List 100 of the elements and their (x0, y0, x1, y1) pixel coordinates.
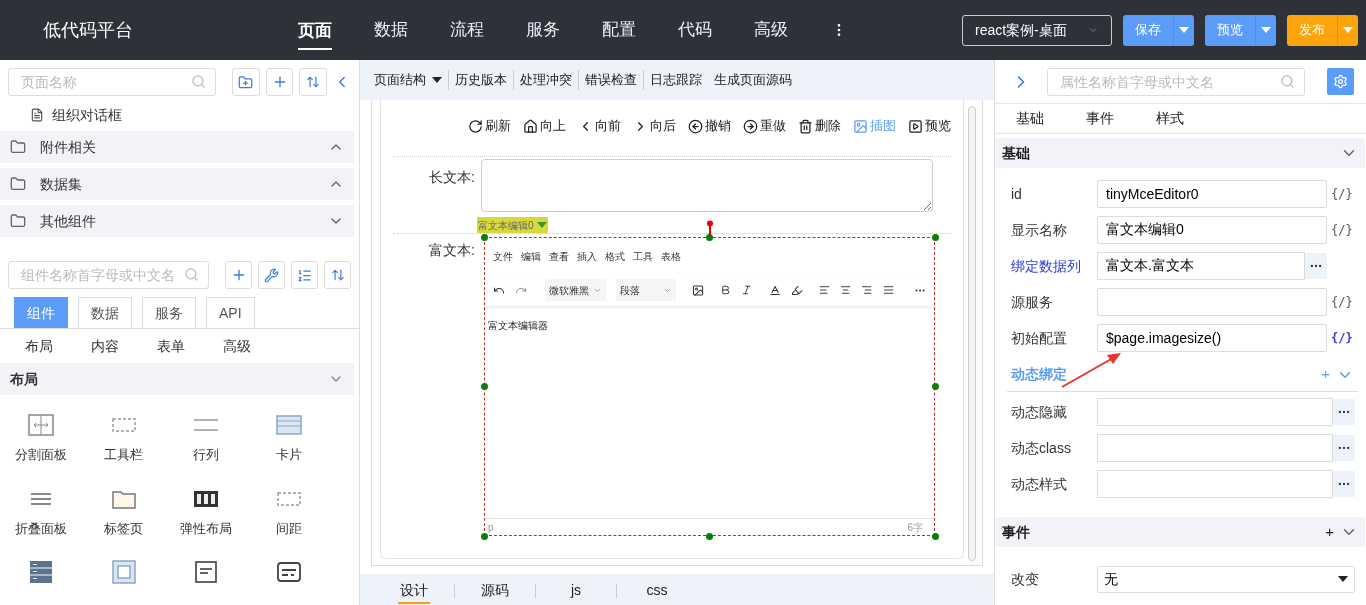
canvas-action[interactable]: 向后 (633, 116, 676, 136)
resize-handle[interactable] (931, 233, 939, 241)
tree-item[interactable]: 组织对话框 (52, 104, 122, 126)
code-toggle[interactable]: {/} (1331, 329, 1353, 347)
highlighter-icon[interactable] (790, 283, 803, 297)
nav-tab[interactable]: 数据 (353, 0, 429, 60)
canvas-action[interactable]: 向前 (578, 116, 621, 136)
editor-menu-item[interactable]: 查看 (549, 248, 569, 264)
editor-menu-item[interactable]: 工具 (633, 248, 653, 264)
toolbar-item[interactable]: 处理冲突 (514, 70, 579, 90)
category-tab[interactable]: 高级 (223, 335, 251, 357)
align-justify-icon[interactable] (882, 284, 894, 296)
nav-tab[interactable]: 服务 (505, 0, 581, 60)
code-toggle[interactable]: {/} (1331, 293, 1353, 311)
editor-content[interactable]: 富文本编辑器 (485, 306, 934, 519)
dropdown-button[interactable] (1256, 14, 1276, 46)
add-button[interactable]: + (1325, 520, 1334, 544)
new-folder-button[interactable] (231, 68, 260, 96)
property-field[interactable] (1097, 398, 1333, 426)
view-tab[interactable]: css (617, 574, 697, 605)
add-button[interactable] (265, 68, 294, 96)
code-toggle[interactable]: {/} (1331, 185, 1353, 203)
property-field[interactable]: 富文本编辑0 (1097, 216, 1327, 244)
sort-button[interactable] (324, 261, 351, 289)
tree-group[interactable]: 附件相关 (0, 131, 354, 163)
settings-button[interactable] (1327, 68, 1354, 95)
italic-icon[interactable] (741, 284, 753, 296)
text-color-icon[interactable] (768, 283, 781, 297)
property-tab[interactable]: 事件 (1086, 108, 1114, 129)
image-icon[interactable] (692, 283, 705, 297)
dropdown-button[interactable] (1174, 14, 1194, 46)
nav-tab[interactable]: 流程 (429, 0, 505, 60)
tree-group[interactable]: 其他组件 (0, 205, 354, 237)
code-toggle[interactable]: {/} (1331, 221, 1353, 239)
component-label[interactable]: 折叠面板 (15, 518, 68, 538)
nav-tab[interactable]: 代码 (657, 0, 733, 60)
property-tab[interactable]: 基础 (1016, 108, 1044, 129)
component-label[interactable]: 间距 (275, 518, 302, 538)
property-field[interactable] (1097, 434, 1333, 462)
align-right-icon[interactable] (861, 284, 873, 296)
resize-handle[interactable] (480, 383, 488, 390)
toolbar-item[interactable]: 页面结构 (368, 70, 449, 90)
font-select[interactable]: 微软雅黑 (545, 279, 606, 301)
canvas-action[interactable]: 向上 (523, 116, 566, 136)
component-label[interactable]: 分割面板 (15, 445, 68, 465)
block-select[interactable]: 段落 (615, 279, 677, 301)
panel-tab[interactable]: API (206, 297, 255, 328)
property-field[interactable] (1097, 288, 1327, 316)
property-search-field[interactable]: 属性名称首字母或中文名 (1047, 67, 1305, 96)
toolbar-item[interactable]: 错误检查 (579, 70, 644, 90)
section-header[interactable]: 布局 (0, 363, 354, 395)
category-tab[interactable]: 表单 (157, 335, 185, 357)
align-left-icon[interactable] (818, 284, 831, 296)
category-tab[interactable]: 布局 (25, 335, 53, 357)
component-label[interactable]: 标签页 (104, 518, 144, 538)
toolbar-item[interactable]: 历史版本 (449, 70, 514, 90)
more-button[interactable] (1333, 471, 1355, 497)
property-tab[interactable]: 样式 (1156, 108, 1184, 129)
section-header[interactable]: 事件 + (995, 517, 1365, 547)
view-tab[interactable]: js (536, 574, 616, 605)
page-search-field[interactable]: 页面名称 (8, 68, 216, 96)
canvas-action[interactable]: 预览 (908, 116, 951, 136)
component-label[interactable]: 卡片 (275, 445, 302, 465)
dropdown-button[interactable] (1338, 14, 1358, 46)
section-header[interactable]: 基础 (995, 138, 1365, 168)
nav-tab[interactable]: 页面 (277, 0, 353, 60)
panel-tab[interactable]: 数据 (78, 297, 132, 328)
canvas-action[interactable]: 刷新 (468, 116, 511, 136)
more-button[interactable] (1333, 399, 1355, 425)
resize-handle[interactable] (931, 532, 939, 540)
event-select[interactable]: 无 (1097, 565, 1355, 593)
component-label[interactable]: 弹性布局 (180, 518, 233, 538)
canvas-action[interactable]: 重做 (743, 116, 786, 136)
long-text-field[interactable] (481, 159, 933, 212)
component-label[interactable]: 工具栏 (104, 445, 144, 465)
editor-menu-item[interactable]: 文件 (493, 248, 513, 264)
category-tab[interactable]: 内容 (91, 335, 119, 357)
component-label[interactable]: 行列 (193, 445, 220, 465)
more-button[interactable] (1333, 435, 1355, 461)
canvas-action[interactable]: 删除 (798, 116, 841, 136)
project-select[interactable]: react案例-桌面 (962, 14, 1112, 46)
view-tab[interactable]: 设计 (374, 574, 454, 605)
rotate-handle[interactable] (705, 220, 714, 236)
editor-menu-item[interactable]: 编辑 (521, 248, 541, 264)
add-button[interactable] (225, 261, 253, 289)
nav-tab[interactable]: 高级 (733, 0, 809, 60)
nav-tab[interactable]: 配置 (581, 0, 657, 60)
list-button[interactable] (291, 261, 319, 289)
view-tab[interactable]: 源码 (455, 574, 535, 605)
editor-menu-item[interactable]: 插入 (577, 248, 597, 264)
more-button[interactable] (1305, 253, 1327, 279)
selection-frame[interactable]: 文件 编辑 查看 插入 格式 工具 表格 微软雅黑 段落 富文本编辑器 p 6字 (484, 237, 935, 536)
toolbar-item[interactable]: 生成页面源码 (708, 70, 798, 90)
bold-icon[interactable] (720, 284, 732, 296)
canvas-action[interactable]: 撤销 (688, 116, 731, 136)
selection-tag[interactable]: 富文本编辑0 (477, 217, 548, 233)
property-field[interactable]: tinyMceEditor0 (1097, 180, 1327, 208)
editor-menu-item[interactable]: 格式 (605, 248, 625, 264)
resize-handle[interactable] (931, 383, 939, 390)
property-field[interactable] (1097, 470, 1333, 498)
